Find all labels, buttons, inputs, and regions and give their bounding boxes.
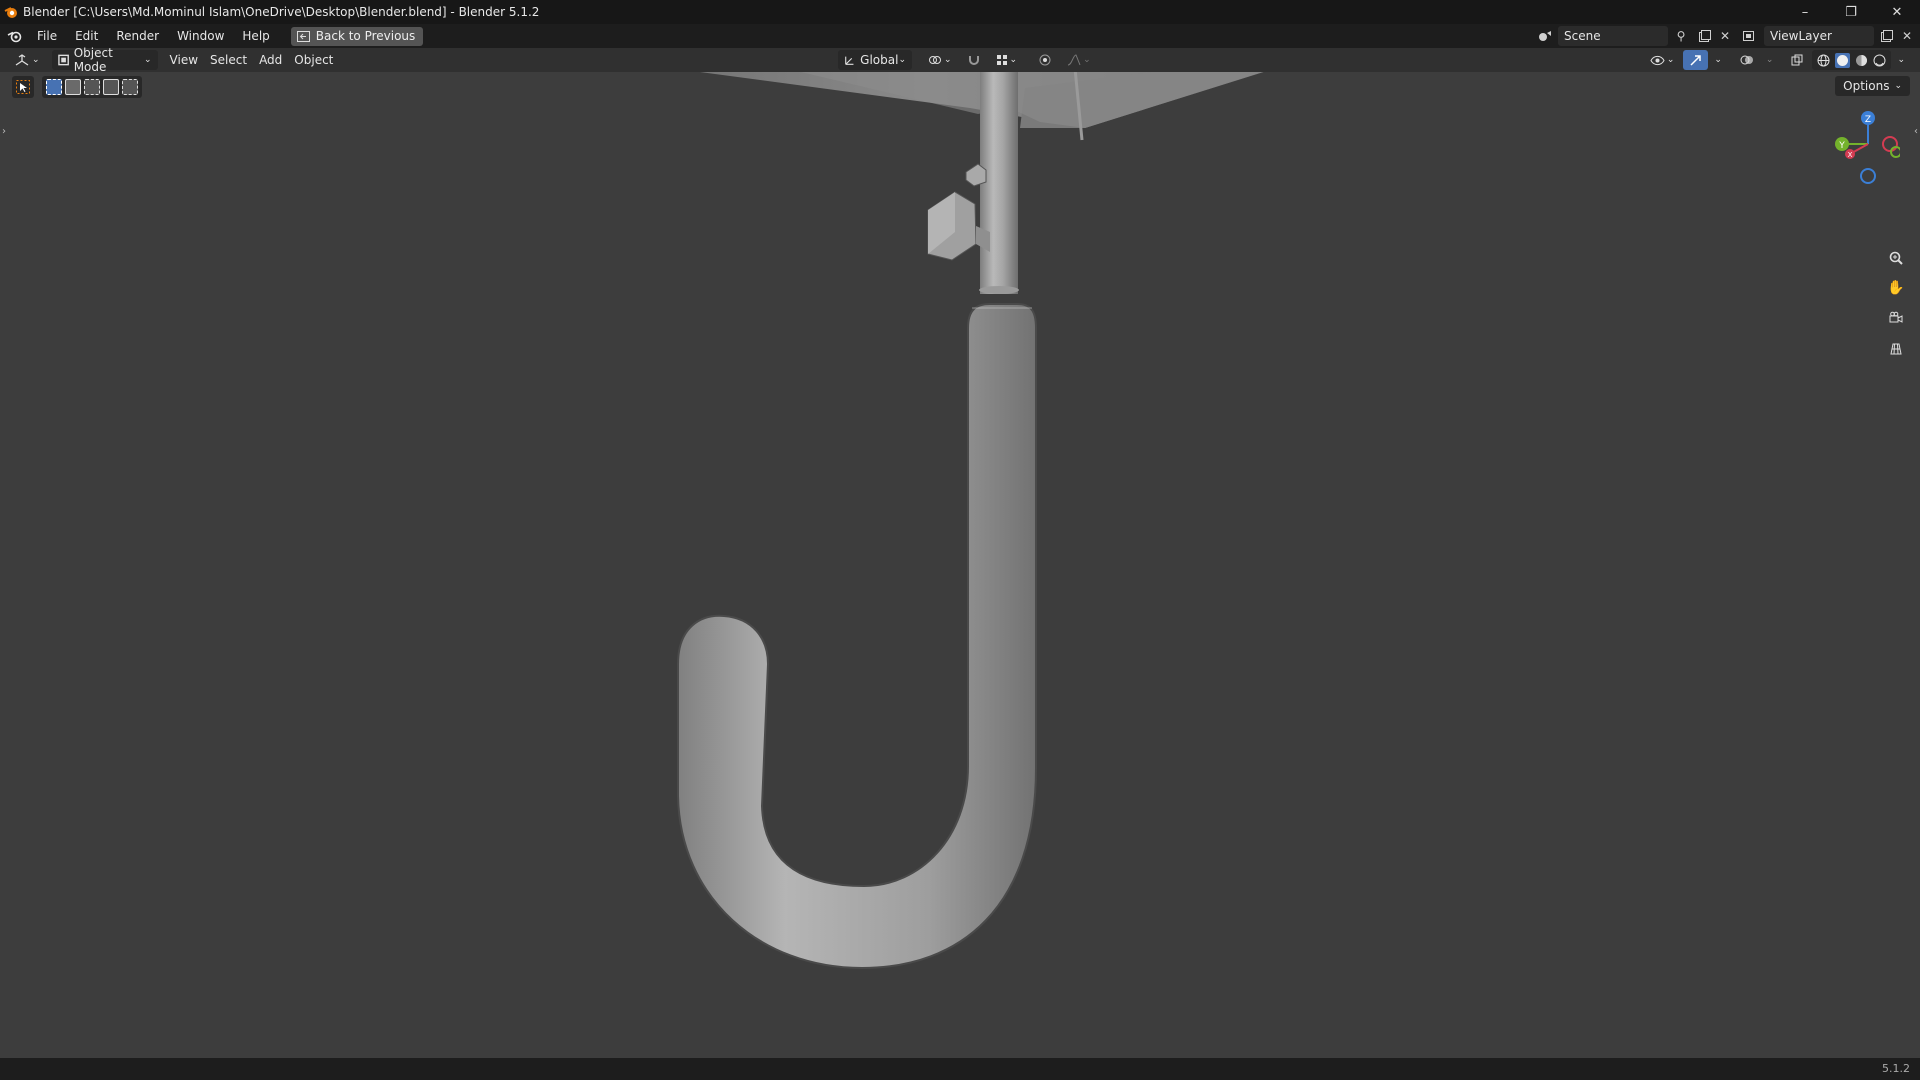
chevron-down-icon: ⌄ bbox=[144, 55, 152, 65]
eye-icon bbox=[1650, 55, 1665, 65]
menu-file[interactable]: File bbox=[28, 24, 66, 48]
scene-name: Scene bbox=[1564, 29, 1601, 43]
proportional-icon bbox=[1039, 54, 1051, 66]
chevron-down-icon: ⌄ bbox=[32, 55, 40, 65]
window-title: Blender [C:\Users\Md.Mominul Islam\OneDr… bbox=[23, 5, 540, 19]
back-icon bbox=[296, 30, 310, 42]
gizmo-z-label: Z bbox=[1865, 115, 1871, 125]
3d-viewport-icon bbox=[15, 54, 29, 66]
magnet-icon bbox=[968, 56, 979, 65]
minimize-button[interactable]: – bbox=[1782, 0, 1828, 24]
gizmo-neg-x-axis[interactable] bbox=[1882, 136, 1898, 152]
menu-window[interactable]: Window bbox=[168, 24, 233, 48]
falloff-curve-icon bbox=[1067, 54, 1081, 66]
sidebar-expand-icon[interactable]: ‹ bbox=[1914, 126, 1918, 137]
view-layer-name: ViewLayer bbox=[1770, 29, 1832, 43]
gizmo-y-label: Y bbox=[1838, 141, 1845, 151]
select-extend-icon[interactable] bbox=[65, 79, 81, 95]
select-intersect-icon[interactable] bbox=[122, 79, 138, 95]
ortho-grid-icon[interactable] bbox=[1884, 336, 1908, 360]
3d-viewport[interactable]: Z Y X ✋ › ‹ bbox=[0, 48, 1920, 1058]
navigation-gizmo[interactable]: Z Y X bbox=[1820, 108, 1900, 188]
material-preview-shading-icon[interactable] bbox=[1855, 54, 1868, 67]
transform-orientation-dropdown[interactable]: Global ⌄ bbox=[838, 50, 912, 70]
chevron-down-icon: ⌄ bbox=[1894, 81, 1902, 91]
top-menubar: File Edit Render Window Help Back to Pre… bbox=[0, 24, 1920, 48]
toolbar-expand-icon[interactable]: › bbox=[2, 126, 6, 137]
show-gizmo-toggle[interactable] bbox=[1683, 50, 1709, 70]
chevron-down-icon: ⌄ bbox=[898, 55, 906, 65]
version-label: 5.1.2 bbox=[1882, 1062, 1910, 1075]
umbrella-model bbox=[517, 48, 1340, 970]
select-subtract-icon[interactable] bbox=[84, 79, 100, 95]
camera-view-icon[interactable] bbox=[1884, 306, 1908, 330]
new-view-layer-icon[interactable] bbox=[1876, 26, 1898, 46]
snap-grid-icon bbox=[996, 55, 1007, 65]
menu-add[interactable]: Add bbox=[253, 50, 288, 70]
select-invert-icon[interactable] bbox=[103, 79, 119, 95]
snap-toggle[interactable] bbox=[962, 50, 986, 70]
pan-hand-icon[interactable]: ✋ bbox=[1884, 276, 1908, 300]
gizmo-dropdown[interactable]: ⌄ bbox=[1711, 50, 1725, 70]
proportional-falloff-dropdown[interactable]: ⌄ bbox=[1061, 50, 1097, 70]
blender-menu-icon[interactable] bbox=[0, 24, 28, 48]
options-label: Options bbox=[1843, 79, 1890, 93]
gizmo-x-label: X bbox=[1848, 151, 1853, 159]
menu-help[interactable]: Help bbox=[233, 24, 278, 48]
scene-browse-icon[interactable] bbox=[1534, 26, 1556, 46]
zoom-icon[interactable] bbox=[1884, 246, 1908, 270]
back-button-label: Back to Previous bbox=[315, 29, 416, 43]
status-bar: 5.1.2 bbox=[0, 1058, 1920, 1080]
pivot-point-dropdown[interactable]: ⌄ bbox=[922, 50, 958, 70]
new-scene-icon[interactable] bbox=[1694, 26, 1716, 46]
pivot-icon bbox=[929, 56, 941, 64]
proportional-editing-toggle[interactable] bbox=[1033, 50, 1057, 70]
show-overlays-toggle[interactable] bbox=[1734, 50, 1760, 70]
view-layer-field[interactable]: ViewLayer bbox=[1764, 26, 1874, 46]
viewport-header: ⌄ Object Mode ⌄ View Select Add Object G… bbox=[0, 46, 1920, 74]
object-mode-dropdown[interactable]: Object Mode ⌄ bbox=[51, 46, 158, 74]
orientation-label: Global bbox=[860, 53, 899, 67]
view-layer-browse-icon[interactable] bbox=[1740, 26, 1762, 46]
select-tool-button[interactable] bbox=[12, 76, 34, 98]
options-dropdown[interactable]: Options ⌄ bbox=[1835, 76, 1910, 96]
blender-logo-icon bbox=[0, 0, 22, 24]
gizmo-icon bbox=[1690, 54, 1702, 66]
shading-dropdown[interactable]: ⌄ bbox=[1894, 50, 1908, 70]
tool-settings-row bbox=[12, 76, 142, 98]
maximize-button[interactable]: ❐ bbox=[1828, 0, 1874, 24]
solid-shading-icon[interactable] bbox=[1835, 52, 1851, 68]
shading-mode-group bbox=[1812, 50, 1892, 70]
xray-icon bbox=[1791, 54, 1803, 66]
object-mode-icon bbox=[57, 54, 69, 66]
xray-toggle[interactable] bbox=[1785, 50, 1809, 70]
pin-scene-icon[interactable]: ⚲ bbox=[1670, 26, 1692, 46]
menu-view[interactable]: View bbox=[164, 50, 204, 70]
mode-label: Object Mode bbox=[73, 46, 113, 74]
menu-select[interactable]: Select bbox=[204, 50, 253, 70]
delete-view-layer-icon[interactable]: ✕ bbox=[1900, 26, 1914, 46]
overlays-dropdown[interactable]: ⌄ bbox=[1763, 50, 1777, 70]
delete-scene-icon[interactable]: ✕ bbox=[1718, 26, 1732, 46]
orientation-global-icon bbox=[845, 56, 854, 65]
window-titlebar: Blender [C:\Users\Md.Mominul Islam\OneDr… bbox=[0, 0, 1920, 24]
gizmo-neg-z-axis[interactable] bbox=[1860, 168, 1876, 184]
wireframe-shading-icon[interactable] bbox=[1817, 54, 1830, 67]
cursor-select-icon bbox=[16, 80, 30, 94]
select-new-icon[interactable] bbox=[46, 79, 62, 95]
editor-type-dropdown[interactable]: ⌄ bbox=[8, 50, 46, 70]
scene-field[interactable]: Scene bbox=[1558, 26, 1668, 46]
rendered-shading-icon[interactable] bbox=[1873, 54, 1886, 67]
back-to-previous-button[interactable]: Back to Previous bbox=[290, 26, 424, 46]
selection-mode-group bbox=[42, 76, 142, 98]
menu-render[interactable]: Render bbox=[107, 24, 168, 48]
close-window-button[interactable]: ✕ bbox=[1874, 0, 1920, 24]
overlays-icon bbox=[1740, 55, 1753, 65]
object-visibility-dropdown[interactable]: ⌄ bbox=[1644, 50, 1681, 70]
menu-edit[interactable]: Edit bbox=[66, 24, 107, 48]
menu-object[interactable]: Object bbox=[288, 50, 339, 70]
snap-target-dropdown[interactable]: ⌄ bbox=[990, 50, 1024, 70]
